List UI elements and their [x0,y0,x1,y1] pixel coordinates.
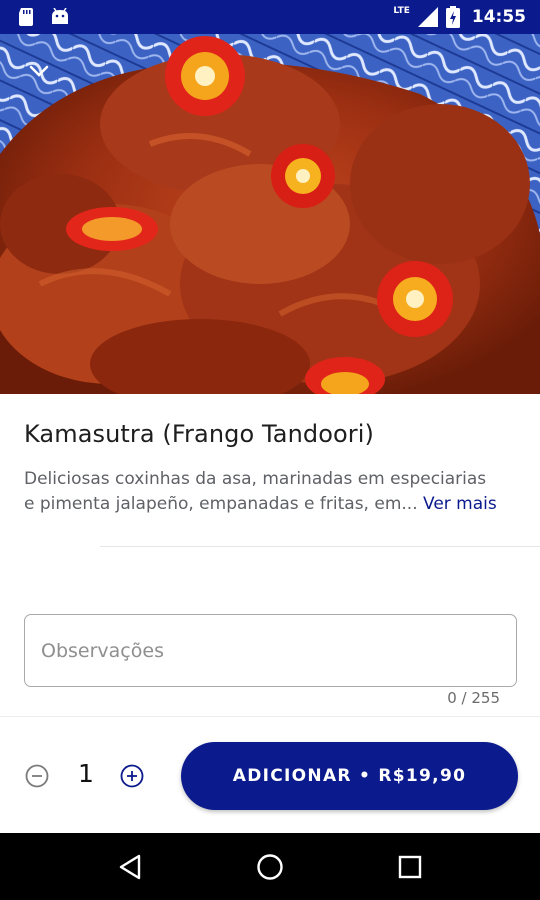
back-button[interactable] [110,847,150,887]
notification-icons [18,8,70,26]
sd-card-icon [19,8,33,26]
status-bar: LTE 14:55 [0,0,540,34]
description-line-2: e pimenta jalapeño, empanadas e fritas, … [24,492,524,517]
decrease-quantity-button[interactable] [25,764,49,788]
order-bar: 1 ADICIONAR • R$19,90 [0,716,540,833]
character-counter: 0 / 255 [447,689,500,707]
product-title: Kamasutra (Frango Tandoori) [24,420,374,448]
clock: 14:55 [471,7,526,27]
quantity-value: 1 [78,759,94,788]
description-line-1: Deliciosas coxinhas da asa, marinadas em… [24,469,487,489]
product-description: Deliciosas coxinhas da asa, marinadas em… [24,467,524,517]
chevron-down-icon[interactable] [28,64,50,78]
home-button[interactable] [250,847,290,887]
navigation-bar [0,833,540,900]
description-line-2-text: e pimenta jalapeño, empanadas e fritas, … [24,494,418,514]
increase-quantity-button[interactable] [120,764,144,788]
fried-chicken-photo [0,34,540,394]
see-more-link[interactable]: Ver mais [423,494,497,514]
android-icon [52,8,68,24]
product-image [0,34,540,394]
recents-button[interactable] [390,847,430,887]
home-circle-icon [257,853,283,880]
system-icons: LTE 14:55 [393,6,526,28]
network-label: LTE [393,6,410,16]
signal-icon [417,7,438,27]
notes-input[interactable] [41,639,500,662]
notes-field[interactable] [24,614,517,687]
add-to-cart-button[interactable]: ADICIONAR • R$19,90 [181,742,518,810]
recents-square-icon [398,855,422,878]
divider [100,546,540,547]
battery-icon [445,6,460,28]
back-triangle-icon [119,854,141,879]
